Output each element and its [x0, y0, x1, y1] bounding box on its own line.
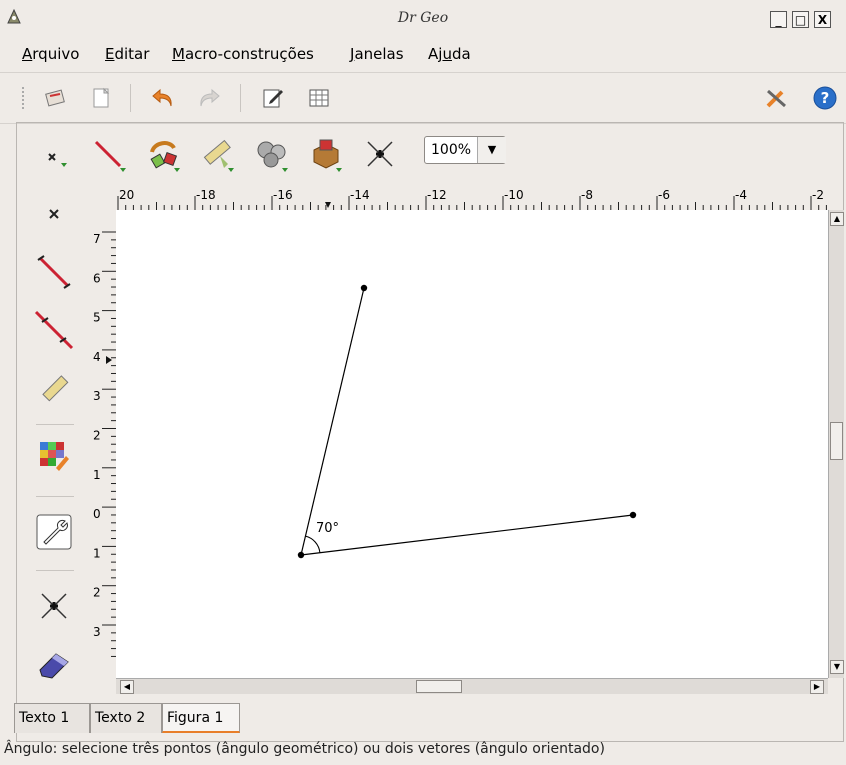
tab-figura-1[interactable]: Figura 1: [162, 703, 240, 733]
horizontal-ruler-ticks: 20 -18 -16 -14 -12 -10 -8 -6 -4 -2: [117, 188, 827, 210]
ruler-label: -12: [427, 188, 447, 202]
ruler-label: 3: [93, 389, 101, 403]
menu-ajuda[interactable]: Ajuda: [428, 45, 471, 63]
ruler-label: 20: [119, 188, 134, 202]
menu-macro-construcoes[interactable]: Macro-construções: [172, 45, 314, 63]
close-button[interactable]: X: [814, 11, 831, 28]
horizontal-ruler: 20 -18 -16 -14 -12 -10 -8 -6 -4 -2: [116, 186, 828, 211]
document-icon[interactable]: [38, 81, 72, 115]
ruler-label: 1: [93, 468, 101, 482]
vertical-ruler: 7 6 5 4 3 2 1 0 1 2 3: [90, 210, 117, 678]
angle-label: 70°: [316, 521, 339, 536]
zoom-select[interactable]: 100% ▼: [424, 136, 506, 164]
help-icon[interactable]: ?: [808, 81, 842, 115]
ruler-label: 7: [93, 232, 101, 246]
chevron-down-icon[interactable]: ▼: [477, 137, 506, 163]
move-tool-icon[interactable]: [358, 132, 402, 176]
ruler-label: 0: [93, 507, 101, 521]
ruler-label: 2: [93, 586, 101, 600]
scroll-down-button[interactable]: ▼: [830, 660, 844, 674]
redo-icon[interactable]: [192, 81, 226, 115]
new-icon[interactable]: [84, 81, 118, 115]
ruler-icon[interactable]: [32, 366, 76, 410]
menu-janelas[interactable]: Janelas: [350, 45, 404, 63]
figure-drawing[interactable]: 70°: [116, 210, 828, 678]
line-icon[interactable]: [32, 308, 76, 352]
tools-icon[interactable]: [760, 81, 794, 115]
ruler-label: 5: [93, 311, 101, 325]
toolbar-separator: [36, 496, 74, 497]
ruler-label: -8: [581, 188, 593, 202]
point-icon[interactable]: [32, 192, 76, 236]
ruler-label: -6: [658, 188, 670, 202]
horizontal-scroll-thumb[interactable]: [416, 680, 462, 693]
ruler-cursor-marker: [106, 356, 112, 364]
edit-icon[interactable]: [256, 81, 290, 115]
ruler-label: -10: [504, 188, 524, 202]
line-tool-icon[interactable]: [88, 132, 132, 176]
grid-icon[interactable]: [302, 81, 336, 115]
point-b[interactable]: [629, 511, 637, 519]
toolbar-separator: [240, 84, 241, 112]
tab-texto-1[interactable]: Texto 1: [14, 703, 90, 733]
undo-icon[interactable]: [146, 81, 180, 115]
status-bar: Ângulo: selecione três pontos (ângulo ge…: [4, 741, 605, 757]
ruler-label: -2: [812, 188, 824, 202]
toolbar-separator: [36, 424, 74, 425]
eraser-icon[interactable]: [32, 642, 76, 686]
ruler-label: 1: [93, 546, 101, 560]
ruler-label: 6: [93, 271, 101, 285]
ruler-label: -4: [735, 188, 747, 202]
menu-editar[interactable]: Editar: [105, 45, 149, 63]
tab-texto-2[interactable]: Texto 2: [90, 703, 162, 733]
menu-arquivo[interactable]: Arquivo: [22, 45, 79, 63]
vertical-scroll-thumb[interactable]: [830, 422, 843, 460]
scroll-up-button[interactable]: ▲: [830, 212, 844, 226]
svg-text:?: ?: [821, 89, 830, 107]
point-tool-icon[interactable]: [32, 132, 76, 176]
macro-tool-icon[interactable]: [250, 132, 294, 176]
document-tabs: Texto 1 Texto 2 Figura 1: [14, 703, 844, 735]
vertex-point[interactable]: [297, 551, 305, 559]
title-bar: Dr Geo _ □ X: [0, 0, 846, 38]
ruler-label: -18: [196, 188, 216, 202]
color-palette-icon[interactable]: [32, 434, 76, 478]
vertical-ruler-ticks: 7 6 5 4 3 2 1 0 1 2 3: [93, 231, 116, 657]
segment-icon[interactable]: [32, 250, 76, 294]
menu-bar: Arquivo Editar Macro-construções Janelas…: [0, 38, 846, 70]
ruler-label: 4: [93, 350, 101, 364]
drawing-canvas[interactable]: 70°: [116, 210, 828, 678]
horizontal-scrollbar[interactable]: ◀ ▶: [116, 678, 828, 694]
toolbar-separator: [130, 84, 131, 112]
segment-vb[interactable]: [300, 514, 634, 556]
segment-va[interactable]: [300, 287, 365, 556]
angle-arc: [305, 535, 321, 553]
scroll-right-button[interactable]: ▶: [810, 680, 824, 694]
ruler-label: -16: [273, 188, 293, 202]
transform-tool-icon[interactable]: [142, 132, 186, 176]
scroll-left-button[interactable]: ◀: [120, 680, 134, 694]
left-toolbar: [18, 186, 90, 691]
move-icon[interactable]: [32, 584, 76, 628]
window-title: Dr Geo: [397, 10, 449, 26]
other-tool-icon[interactable]: [304, 132, 348, 176]
toolbar-handle[interactable]: [22, 87, 27, 109]
vertical-scrollbar[interactable]: ▲ ▼: [828, 210, 844, 678]
minimize-button[interactable]: _: [770, 11, 787, 28]
measure-tool-icon[interactable]: [196, 132, 240, 176]
zoom-value: 100%: [431, 142, 472, 158]
point-a[interactable]: [360, 284, 368, 292]
toolbar-separator: [36, 570, 74, 571]
ruler-label: 2: [93, 429, 101, 443]
ruler-label: 3: [93, 625, 101, 639]
maximize-button[interactable]: □: [792, 11, 809, 28]
ruler-label: -14: [350, 188, 370, 202]
main-toolbar: ?: [0, 72, 846, 124]
wrench-icon[interactable]: [32, 510, 76, 554]
